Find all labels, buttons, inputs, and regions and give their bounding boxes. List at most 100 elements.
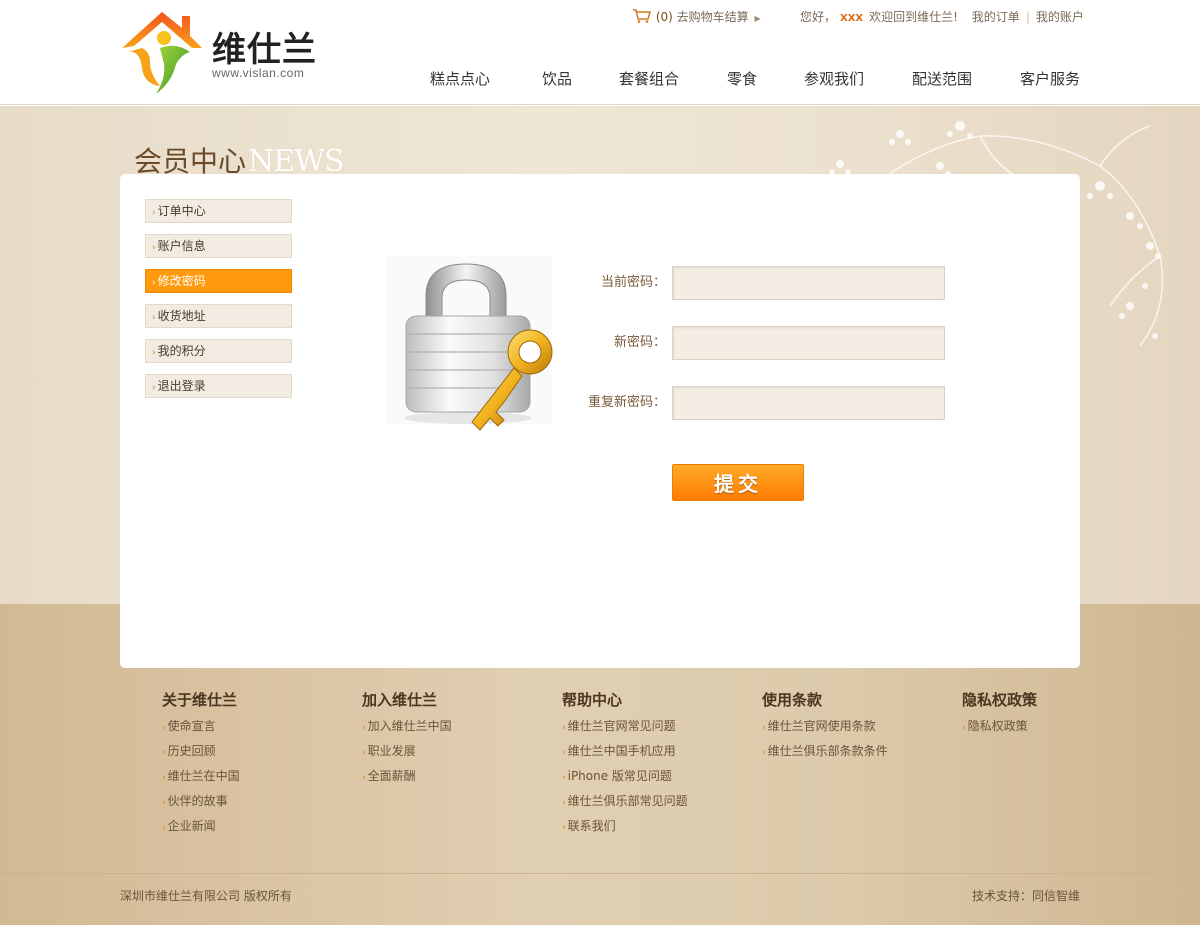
chevron-right-icon: › xyxy=(162,773,166,783)
chevron-right-icon: › xyxy=(162,723,166,733)
nav-item-visit[interactable]: 参观我们 xyxy=(804,68,864,90)
current-password-field[interactable] xyxy=(672,266,945,300)
sidebar-item-points[interactable]: › 我的积分 xyxy=(145,339,292,363)
footer-link[interactable]: › 联系我们 xyxy=(562,818,752,843)
footer-divider xyxy=(0,873,1200,874)
nav-item-delivery[interactable]: 配送范围 xyxy=(912,68,972,90)
chevron-right-icon: › xyxy=(162,823,166,833)
sidebar-item-address[interactable]: › 收货地址 xyxy=(145,304,292,328)
padlock-key-icon xyxy=(386,256,553,431)
chevron-right-icon: › xyxy=(362,723,366,733)
footer-link[interactable]: › 隐私权政策 xyxy=(962,718,1152,743)
sidebar-item-label: 退出登录 xyxy=(157,379,206,393)
divider: | xyxy=(1025,10,1030,24)
footer-column-title: 使用条款 xyxy=(762,691,823,709)
chevron-right-icon: › xyxy=(152,208,156,218)
footer-link[interactable]: › 职业发展 xyxy=(362,743,552,768)
site-header: 维仕兰 www.vislan.com (0) 去购物车结算 ▶ 您好， XXX 欢迎… xyxy=(0,0,1200,105)
chevron-right-icon: › xyxy=(152,278,156,288)
house-logo-icon xyxy=(122,12,202,94)
footer-link-label: 隐私权政策 xyxy=(967,719,1028,733)
submit-button[interactable]: 提交 xyxy=(672,464,804,501)
current-password-label: 当前密码： xyxy=(600,275,666,290)
chevron-right-icon: › xyxy=(962,723,966,733)
chevron-right-icon: › xyxy=(152,348,156,358)
chevron-right-icon: › xyxy=(562,723,566,733)
welcome-message: 欢迎回到维仕兰! xyxy=(869,10,958,24)
footer-column-privacy: 隐私权政策 › 隐私权政策 xyxy=(962,690,1152,743)
cart-link[interactable]: (0) 去购物车结算 ▶ xyxy=(632,8,761,26)
sidebar-item-label: 订单中心 xyxy=(157,204,206,218)
footer-column-title: 帮助中心 xyxy=(562,691,623,709)
chevron-right-icon: › xyxy=(762,723,766,733)
footer-link-label: 伙伴的故事 xyxy=(167,794,228,808)
footer-link[interactable]: › 使命宣言 xyxy=(162,718,352,743)
footer-link-label: iPhone 版常见问题 xyxy=(567,769,672,783)
footer-link[interactable]: › 维仕兰中国手机应用 xyxy=(562,743,752,768)
footer-column-help: 帮助中心 › 维仕兰官网常见问题 › 维仕兰中国手机应用 › iPhone 版常见问题… xyxy=(562,690,752,843)
nav-item-combos[interactable]: 套餐组合 xyxy=(619,68,679,90)
new-password-field[interactable] xyxy=(672,326,945,360)
my-account-link[interactable]: 我的账户 xyxy=(1036,10,1084,24)
chevron-right-icon: › xyxy=(362,773,366,783)
footer-link[interactable]: › iPhone 版常见问题 xyxy=(562,768,752,793)
footer-column-about: 关于维仕兰 › 使命宣言 › 历史回顾 › 维仕兰在中国 › 伙伴的故事 › 企业新闻 xyxy=(162,690,352,843)
footer-link[interactable]: › 加入维仕兰中国 xyxy=(362,718,552,743)
footer-link-label: 维仕兰官网使用条款 xyxy=(767,719,876,733)
nav-item-pastries[interactable]: 糕点点心 xyxy=(430,68,490,90)
footer-link[interactable]: › 伙伴的故事 xyxy=(162,793,352,818)
page-title: 会员中心NEWS xyxy=(134,140,345,179)
footer-link[interactable]: › 历史回顾 xyxy=(162,743,352,768)
nav-item-snacks[interactable]: 零食 xyxy=(727,68,757,90)
nav-item-drinks[interactable]: 饮品 xyxy=(542,68,572,90)
chevron-right-icon: › xyxy=(152,243,156,253)
footer-link[interactable]: › 维仕兰官网使用条款 xyxy=(762,718,952,743)
sidebar-item-logout[interactable]: › 退出登录 xyxy=(145,374,292,398)
welcome-bar: 您好， XXX 欢迎回到维仕兰! 我的订单 | 我的账户 xyxy=(800,8,1084,26)
logo-name: 维仕兰 xyxy=(212,30,317,70)
footer-link[interactable]: › 维仕兰在中国 xyxy=(162,768,352,793)
site-logo[interactable]: 维仕兰 www.vislan.com xyxy=(120,8,320,96)
footer-link[interactable]: › 维仕兰俱乐部常见问题 xyxy=(562,793,752,818)
sidebar-item-orders[interactable]: › 订单中心 xyxy=(145,199,292,223)
my-orders-link[interactable]: 我的订单 xyxy=(972,10,1020,24)
tech-support-text: 技术支持：同信智维 xyxy=(971,889,1080,903)
copyright-text: 深圳市维仕兰有限公司 版权所有 xyxy=(120,889,292,903)
footer-link-label: 企业新闻 xyxy=(167,819,216,833)
cart-label: 去购物车结算 xyxy=(676,10,749,24)
sidebar-item-label: 修改密码 xyxy=(157,274,206,288)
nav-item-service[interactable]: 客户服务 xyxy=(1020,68,1080,90)
sidebar-item-label: 账户信息 xyxy=(157,239,206,253)
footer-link-label: 维仕兰在中国 xyxy=(167,769,240,783)
greeting-text: 您好， xyxy=(800,10,837,24)
footer-link[interactable]: › 维仕兰官网常见问题 xyxy=(562,718,752,743)
shopping-cart-icon xyxy=(633,9,651,23)
footer-link-label: 加入维仕兰中国 xyxy=(367,719,452,733)
chevron-right-icon: › xyxy=(152,313,156,323)
footer-link-label: 维仕兰俱乐部条款条件 xyxy=(767,744,888,758)
sidebar-item-label: 收货地址 xyxy=(157,309,206,323)
chevron-right-icon: › xyxy=(562,798,566,808)
footer-link[interactable]: › 全面薪酬 xyxy=(362,768,552,793)
footer-link[interactable]: › 企业新闻 xyxy=(162,818,352,843)
footer-column-title: 关于维仕兰 xyxy=(162,691,238,709)
chevron-right-icon: › xyxy=(162,748,166,758)
footer-link-label: 联系我们 xyxy=(567,819,616,833)
chevron-right-icon: › xyxy=(152,383,156,393)
sidebar-item-account[interactable]: › 账户信息 xyxy=(145,234,292,258)
chevron-right-icon: › xyxy=(362,748,366,758)
footer-column-join: 加入维仕兰 › 加入维仕兰中国 › 职业发展 › 全面薪酬 xyxy=(362,690,552,793)
footer-link-label: 使命宣言 xyxy=(167,719,216,733)
sidebar-item-change-password[interactable]: › 修改密码 xyxy=(145,269,292,293)
cart-count: (0) xyxy=(655,10,673,24)
sidebar-item-label: 我的积分 xyxy=(157,344,206,358)
chevron-right-icon: › xyxy=(162,798,166,808)
chevron-right-icon: › xyxy=(562,748,566,758)
footer-column-title: 隐私权政策 xyxy=(962,691,1038,709)
footer-link[interactable]: › 维仕兰俱乐部条款条件 xyxy=(762,743,952,768)
repeat-password-field[interactable] xyxy=(672,386,945,420)
chevron-right-icon: › xyxy=(762,748,766,758)
footer-column-title: 加入维仕兰 xyxy=(362,691,438,709)
footer-link-label: 维仕兰中国手机应用 xyxy=(567,744,676,758)
footer-link-label: 维仕兰俱乐部常见问题 xyxy=(567,794,688,808)
